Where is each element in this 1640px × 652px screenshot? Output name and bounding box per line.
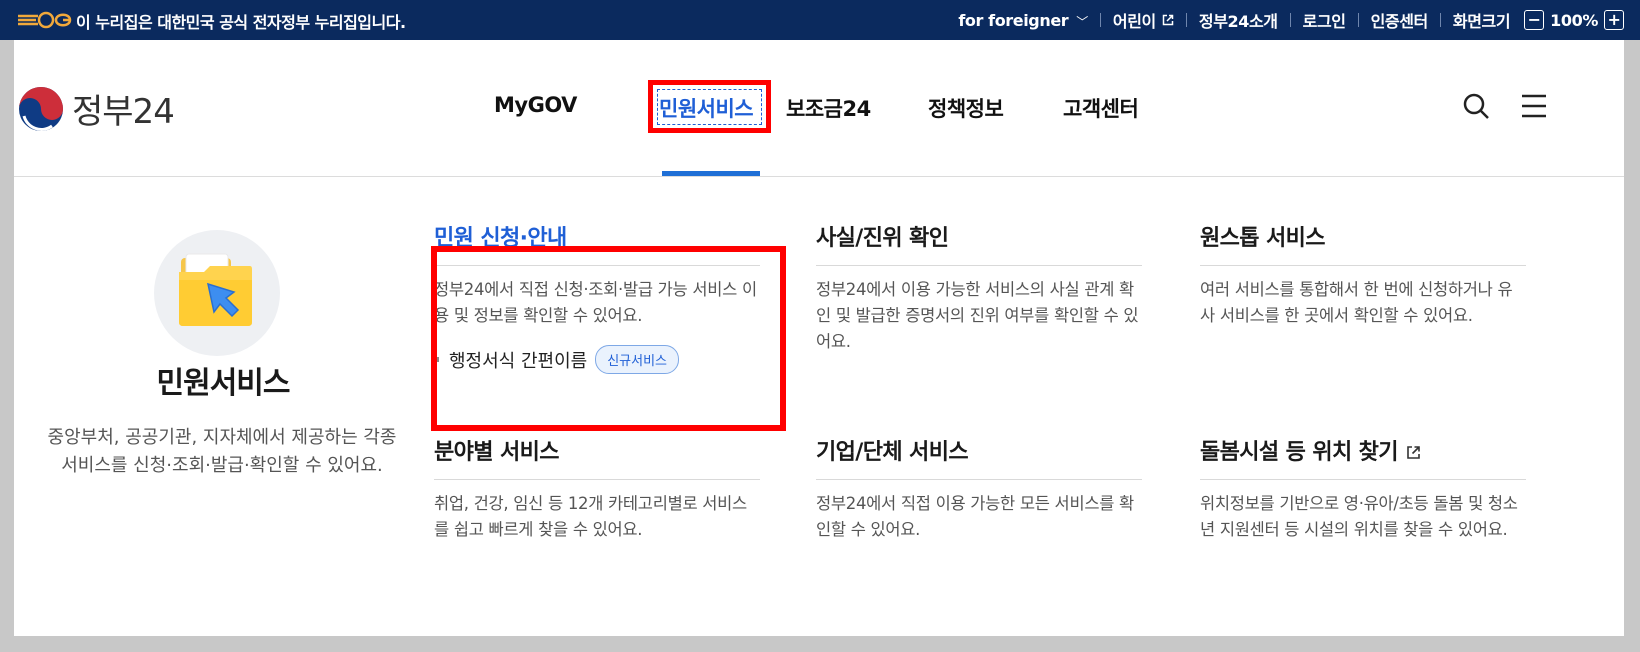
cert-center-link[interactable]: 인증센터 xyxy=(1371,8,1429,32)
card-description: 위치정보를 기반으로 영·유아/초등 돌봄 및 청소년 지원센터 등 시설의 위… xyxy=(1200,494,1518,539)
card-divider xyxy=(816,265,1142,266)
card-title-link[interactable]: 기업/단체 서비스 xyxy=(816,434,969,466)
site-logo[interactable]: 정부24 xyxy=(18,84,175,133)
nav-mygov[interactable]: MyGOV xyxy=(494,93,577,117)
emblem-icon xyxy=(18,11,72,29)
logo-text: 정부24 xyxy=(72,92,175,132)
nav-customer-center[interactable]: 고객센터 xyxy=(1063,93,1139,123)
utility-links: for foreigner ﹀ 어린이 정부24소개 로그인 인증센터 화면크기 … xyxy=(958,0,1624,40)
kids-link[interactable]: 어린이 xyxy=(1113,8,1174,32)
card-divider xyxy=(434,479,760,480)
nav-subsidy24[interactable]: 보조금24 xyxy=(786,93,871,123)
card-description: 취업, 건강, 임신 등 12개 카테고리별로 서비스를 쉽고 빠르게 찾을 수… xyxy=(434,494,747,539)
card-title-link[interactable]: 사실/진위 확인 xyxy=(816,220,949,252)
menu-card-one-stop: 원스톱 서비스 여러 서비스를 통합해서 한 번에 신청하거나 유사 서비스를 … xyxy=(1200,220,1526,329)
official-banner: 이 누리집은 대한민국 공식 전자정부 누리집입니다. for foreigne… xyxy=(0,0,1640,40)
divider xyxy=(1099,13,1101,27)
card-description: 정부24에서 직접 이용 가능한 모든 서비스를 확인할 수 있어요. xyxy=(816,494,1134,539)
section-title: 민원서비스 xyxy=(156,366,291,401)
menu-card-category-services: 분야별 서비스 취업, 건강, 임신 등 12개 카테고리별로 서비스를 쉽고 … xyxy=(434,434,760,543)
external-link-icon xyxy=(1162,14,1174,26)
menu-icon[interactable] xyxy=(1520,92,1548,120)
section-description: 중앙부처, 공공기관, 지자체에서 제공하는 각종 서비스를 신청·조회·발급·… xyxy=(47,427,397,476)
zoom-level: 100% xyxy=(1550,10,1598,30)
card-divider xyxy=(1200,265,1526,266)
chevron-down-icon: ﹀ xyxy=(1076,14,1088,29)
taegeuk-logo-icon xyxy=(19,86,63,131)
card-title-link[interactable]: 분야별 서비스 xyxy=(434,434,560,466)
header-divider xyxy=(14,176,1624,177)
search-icon[interactable] xyxy=(1462,92,1490,120)
card-divider xyxy=(1200,479,1526,480)
nav-focus-outline xyxy=(657,89,762,125)
official-site-notice: 이 누리집은 대한민국 공식 전자정부 누리집입니다. xyxy=(76,13,406,32)
card-description: 정부24에서 이용 가능한 서비스의 사실 관계 확인 및 발급한 증명서의 진… xyxy=(816,280,1139,351)
card-title-link[interactable]: 돌봄시설 등 위치 찾기 xyxy=(1200,434,1421,466)
foreigner-link[interactable]: for foreigner ﹀ xyxy=(958,11,1088,30)
menu-card-care-facility-finder: 돌봄시설 등 위치 찾기 위치정보를 기반으로 영·유아/초등 돌봄 및 청소년… xyxy=(1200,434,1526,543)
zoom-in-button[interactable]: + xyxy=(1604,10,1624,30)
menu-card-fact-verification: 사실/진위 확인 정부24에서 이용 가능한 서비스의 사실 관계 확인 및 발… xyxy=(816,220,1142,355)
card-divider xyxy=(816,479,1142,480)
card-title-label: 돌봄시설 등 위치 찾기 xyxy=(1200,440,1399,465)
card-title-link[interactable]: 원스톱 서비스 xyxy=(1200,220,1326,252)
global-nav: 정부24 MyGOV 민원서비스 보조금24 정책정보 고객센터 xyxy=(14,40,1624,177)
about-link[interactable]: 정부24소개 xyxy=(1199,8,1278,32)
divider xyxy=(1357,13,1359,27)
login-link[interactable]: 로그인 xyxy=(1303,8,1346,32)
card-highlight-box xyxy=(431,246,786,431)
font-size-label: 화면크기 xyxy=(1452,12,1511,31)
divider xyxy=(1185,13,1187,27)
menu-card-business-services: 기업/단체 서비스 정부24에서 직접 이용 가능한 모든 서비스를 확인할 수… xyxy=(816,434,1142,543)
kids-label: 어린이 xyxy=(1112,12,1156,31)
divider xyxy=(1289,13,1291,27)
zoom-out-button[interactable]: − xyxy=(1524,10,1545,30)
cursor-arrow-icon xyxy=(206,282,240,318)
divider xyxy=(1439,13,1441,27)
nav-policy-info[interactable]: 정책정보 xyxy=(928,93,1004,123)
card-description: 여러 서비스를 통합해서 한 번에 신청하거나 유사 서비스를 한 곳에서 확인… xyxy=(1200,280,1513,325)
intro-illustration xyxy=(154,230,280,356)
foreigner-label: for foreigner xyxy=(958,10,1069,30)
external-link-icon xyxy=(1407,446,1420,459)
mega-menu-panel: 정부24 MyGOV 민원서비스 보조금24 정책정보 고객센터 민원서비스 중… xyxy=(14,40,1624,636)
